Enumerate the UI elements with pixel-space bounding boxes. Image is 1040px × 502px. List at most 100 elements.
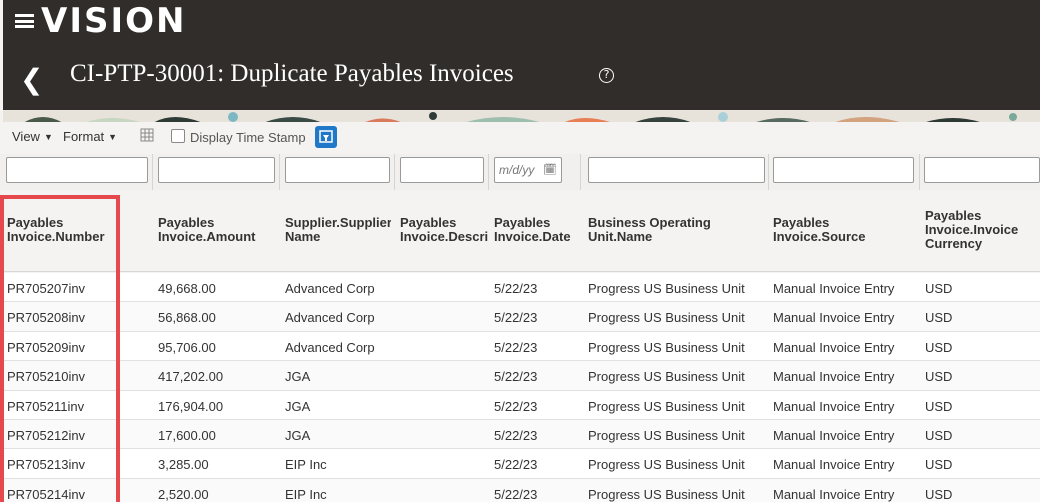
table-row[interactable]: PR705211inv 176,904.00 JGA 5/22/23 Progr… <box>0 390 1040 420</box>
invoice-number-cell: PR705211inv <box>7 398 85 414</box>
filter-invoice-amount[interactable] <box>158 157 275 183</box>
invoice-source-cell: Manual Invoice Entry <box>773 457 895 473</box>
chevron-down-icon: ▼ <box>108 131 118 142</box>
column-divider <box>394 154 395 190</box>
date-placeholder: m/d/yy <box>499 163 535 177</box>
column-header-invoice-description[interactable]: Payables Invoice.Descrip <box>400 216 488 244</box>
table-row[interactable]: PR705208inv 56,868.00 Advanced Corp 5/22… <box>0 302 1040 332</box>
invoice-currency-cell: USD <box>925 457 953 473</box>
business-unit-cell: Progress US Business Unit <box>588 486 745 502</box>
filter-invoice-description[interactable] <box>400 157 484 183</box>
invoice-number-cell: PR705209inv <box>7 339 86 355</box>
invoice-source-cell: Manual Invoice Entry <box>773 310 895 326</box>
table-row[interactable]: PR705212inv 17,600.00 JGA 5/22/23 Progre… <box>0 420 1040 450</box>
column-header-invoice-number[interactable]: Payables Invoice.Number <box>7 216 149 244</box>
invoice-date-cell: 5/22/23 <box>494 310 538 326</box>
brand-logo: VISION <box>41 1 187 41</box>
column-divider <box>580 154 581 190</box>
invoice-date-cell: 5/22/23 <box>494 428 538 443</box>
table-row[interactable]: PR705207inv 49,668.00 Advanced Corp 5/22… <box>0 273 1040 303</box>
supplier-name-cell: Advanced Corp <box>285 339 375 355</box>
invoice-number-cell: PR705213inv <box>7 457 86 473</box>
table-toolbar: View ▼ Format ▼ Display Time Stamp <box>0 122 1040 154</box>
filter-invoice-date[interactable]: m/d/yy 🗓 <box>494 157 562 183</box>
invoice-number-cell: PR705210inv <box>7 369 86 385</box>
calendar-icon[interactable]: 🗓 <box>543 163 557 176</box>
column-divider <box>152 154 153 190</box>
freeze-columns-icon[interactable] <box>140 128 154 142</box>
column-header-invoice-amount[interactable]: Payables Invoice.Amount <box>158 216 276 244</box>
invoice-amount-cell: 417,202.00 <box>158 369 224 385</box>
view-label: View <box>12 129 40 144</box>
column-divider <box>488 154 489 190</box>
filter-invoice-source[interactable] <box>773 157 914 183</box>
invoice-number-cell: PR705214inv <box>7 486 86 502</box>
supplier-name-cell: JGA <box>285 398 311 414</box>
invoice-amount-cell: 3,285.00 <box>158 457 209 473</box>
page-title: CI-PTP-30001: Duplicate Payables Invoice… <box>70 60 514 87</box>
supplier-name-cell: EIP Inc <box>285 457 327 473</box>
business-unit-cell: Progress US Business Unit <box>588 339 745 355</box>
invoice-date-cell: 5/22/23 <box>494 457 538 473</box>
invoice-date-cell: 5/22/23 <box>494 281 538 296</box>
invoice-source-cell: Manual Invoice Entry <box>773 486 895 502</box>
invoice-currency-cell: USD <box>925 428 953 443</box>
column-header-supplier-name[interactable]: Supplier.Supplier Name <box>285 216 391 244</box>
chevron-down-icon: ▼ <box>43 131 53 142</box>
filter-invoice-number[interactable] <box>6 157 148 183</box>
decorative-banner <box>3 110 1040 122</box>
invoice-currency-cell: USD <box>925 486 953 502</box>
app-header: VISION ❮ CI-PTP-30001: Duplicate Payable… <box>3 0 1040 110</box>
invoice-currency-cell: USD <box>925 310 953 326</box>
column-divider <box>768 154 769 190</box>
invoice-number-cell: PR705212inv <box>7 428 86 443</box>
table-row[interactable]: PR705209inv 95,706.00 Advanced Corp 5/22… <box>0 331 1040 362</box>
table-row[interactable]: PR705214inv 2,520.00 EIP Inc 5/22/23 Pro… <box>0 478 1040 502</box>
business-unit-cell: Progress US Business Unit <box>588 457 745 473</box>
invoice-amount-cell: 176,904.00 <box>158 398 224 414</box>
business-unit-cell: Progress US Business Unit <box>588 398 745 414</box>
display-timestamp-checkbox[interactable] <box>171 129 185 143</box>
business-unit-cell: Progress US Business Unit <box>588 281 745 296</box>
invoice-source-cell: Manual Invoice Entry <box>773 398 895 414</box>
business-unit-cell: Progress US Business Unit <box>588 369 745 385</box>
business-unit-cell: Progress US Business Unit <box>588 428 745 443</box>
supplier-name-cell: Advanced Corp <box>285 310 375 326</box>
table-row[interactable]: PR705210inv 417,202.00 JGA 5/22/23 Progr… <box>0 361 1040 391</box>
menu-icon[interactable] <box>15 14 34 28</box>
column-divider <box>919 154 920 190</box>
view-menu[interactable]: View ▼ <box>12 129 53 144</box>
invoice-number-cell: PR705208inv <box>7 310 86 326</box>
format-label: Format <box>63 129 105 144</box>
invoice-date-cell: 5/22/23 <box>494 486 538 502</box>
invoice-currency-cell: USD <box>925 281 953 296</box>
invoice-date-cell: 5/22/23 <box>494 339 538 355</box>
invoice-source-cell: Manual Invoice Entry <box>773 339 895 355</box>
invoice-amount-cell: 2,520.00 <box>158 486 209 502</box>
invoice-source-cell: Manual Invoice Entry <box>773 369 895 385</box>
filter-row: m/d/yy 🗓 <box>0 154 1040 190</box>
invoice-date-cell: 5/22/23 <box>494 398 538 414</box>
supplier-name-cell: JGA <box>285 428 311 443</box>
column-header-invoice-currency[interactable]: Payables Invoice.Invoice Currency <box>925 209 1040 251</box>
help-icon[interactable]: ? <box>599 68 614 83</box>
column-header-invoice-date[interactable]: Payables Invoice.Date <box>494 216 578 244</box>
column-divider <box>279 154 280 190</box>
format-menu[interactable]: Format ▼ <box>63 129 117 144</box>
column-header-business-unit[interactable]: Business Operating Unit.Name <box>588 216 766 244</box>
filter-business-unit[interactable] <box>588 157 765 183</box>
table-row[interactable]: PR705213inv 3,285.00 EIP Inc 5/22/23 Pro… <box>0 449 1040 479</box>
invoice-number-cell: PR705207inv <box>7 281 86 296</box>
display-timestamp-label: Display Time Stamp <box>190 130 306 145</box>
filter-supplier-name[interactable] <box>285 157 390 183</box>
supplier-name-cell: EIP Inc <box>285 486 327 502</box>
filter-invoice-currency[interactable] <box>924 157 1040 183</box>
invoice-source-cell: Manual Invoice Entry <box>773 281 895 296</box>
invoice-currency-cell: USD <box>925 398 953 414</box>
query-by-example-button[interactable] <box>315 126 337 148</box>
column-header-invoice-source[interactable]: Payables Invoice.Source <box>773 216 915 244</box>
business-unit-cell: Progress US Business Unit <box>588 310 745 326</box>
back-icon[interactable]: ❮ <box>20 63 43 96</box>
invoice-amount-cell: 17,600.00 <box>158 428 216 443</box>
supplier-name-cell: JGA <box>285 369 311 385</box>
